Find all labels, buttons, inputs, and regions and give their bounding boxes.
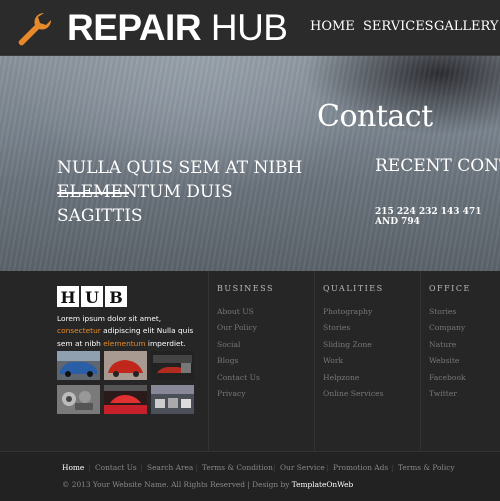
gallery-thumb-showroom[interactable]: [104, 385, 147, 414]
logo-word-repair: REPAIR: [67, 7, 202, 48]
separator: |: [326, 463, 329, 472]
copyright: © 2013 Your Website Name. All Rights Res…: [62, 480, 353, 489]
about-text-part: imperdiet.: [145, 338, 186, 348]
footer-link-contact-us[interactable]: Contact Us: [217, 373, 260, 382]
footer-link-twitter[interactable]: Twitter: [429, 389, 457, 398]
footer-link-facebook[interactable]: Facebook: [429, 373, 466, 382]
footer-link-website[interactable]: Website: [429, 356, 459, 365]
column-divider: [208, 271, 209, 451]
hub-logo: H U B: [57, 286, 129, 308]
designer-link[interactable]: TemplateOnWeb: [292, 480, 354, 489]
footer-link-social[interactable]: Social: [217, 340, 240, 349]
bottom-nav-search-area[interactable]: Search Area: [147, 463, 193, 472]
footer-link-stories[interactable]: Stories: [323, 323, 350, 332]
page-title: Contact: [317, 99, 433, 134]
footer-link-company[interactable]: Company: [429, 323, 465, 332]
phone-numbers: 215 224 232 143 471 AND 794: [375, 207, 482, 227]
gallery-thumb-engine[interactable]: [57, 385, 100, 414]
bottom-nav-home[interactable]: Home: [62, 463, 84, 472]
nav-gallery[interactable]: GALLERY: [434, 19, 499, 34]
separator: |: [273, 463, 276, 472]
column-divider: [420, 271, 421, 451]
footer-link-privacy[interactable]: Privacy: [217, 389, 246, 398]
footer-link-our-policy[interactable]: Our Policy: [217, 323, 257, 332]
hero-banner: Contact NULLA QUIS SEM AT NIBH ELEMENTUM…: [0, 56, 500, 271]
separator: |: [195, 463, 198, 472]
wrench-icon: [18, 12, 52, 46]
footer-link-sliding-zone[interactable]: Sliding Zone: [323, 340, 372, 349]
column-divider: [314, 271, 315, 451]
consectetur-link[interactable]: consectetur: [57, 326, 101, 335]
separator: |: [391, 463, 394, 472]
bottom-nav-terms-condition[interactable]: Terms & Condition: [202, 463, 273, 472]
footer-link-blogs[interactable]: Blogs: [217, 356, 238, 365]
gallery-thumb-blue-car[interactable]: [57, 351, 100, 380]
copyright-text: © 2013 Your Website Name. All Rights Res…: [62, 480, 292, 489]
footer-link-stories[interactable]: Stories: [429, 307, 456, 316]
footer-link-work[interactable]: Work: [323, 356, 343, 365]
separator: |: [140, 463, 143, 472]
header: REPAIR HUB HOME SERVICES GALLERY: [0, 0, 500, 56]
site-logo[interactable]: REPAIR HUB: [67, 6, 288, 50]
gallery-thumb-workshop[interactable]: [151, 385, 194, 414]
about-text: Lorem ipsum dolor sit amet, consectetur …: [57, 313, 207, 350]
recent-contact-heading: RECENT CONTA: [375, 156, 500, 176]
nav-services[interactable]: SERVICES: [363, 19, 434, 34]
column-title-business: BUSINESS: [217, 284, 274, 293]
nav-home[interactable]: HOME: [310, 19, 355, 34]
bottom-nav-terms-policy[interactable]: Terms & Policy: [398, 463, 455, 472]
gallery-thumb-red-car[interactable]: [104, 351, 147, 380]
bottom-bar: [0, 451, 500, 501]
column-title-qualities: QUALITIES: [323, 284, 384, 293]
footer-link-nature[interactable]: Nature: [429, 340, 456, 349]
heading-underline: [57, 192, 129, 194]
bottom-nav-our-service[interactable]: Our Service: [280, 463, 325, 472]
gallery-thumb-garage[interactable]: [151, 351, 194, 380]
hub-letter-b: B: [105, 286, 127, 307]
about-text-part: Lorem ipsum dolor sit amet,: [57, 314, 162, 323]
bottom-nav-promotion-ads[interactable]: Promotion Ads: [333, 463, 388, 472]
logo-word-hub: HUB: [210, 7, 288, 48]
elementum-link[interactable]: elementum: [103, 339, 145, 348]
footer-link-about-us[interactable]: About US: [217, 307, 254, 316]
bottom-nav-contact-us[interactable]: Contact Us: [95, 463, 137, 472]
footer-link-photography[interactable]: Photography: [323, 307, 372, 316]
hub-letter-h: H: [57, 286, 79, 307]
separator: |: [88, 463, 91, 472]
footer-link-online-services[interactable]: Online Services: [323, 389, 383, 398]
column-title-office: OFFICE: [429, 284, 471, 293]
footer-link-helpzone[interactable]: Helpzone: [323, 373, 359, 382]
hub-letter-u: U: [81, 286, 103, 307]
